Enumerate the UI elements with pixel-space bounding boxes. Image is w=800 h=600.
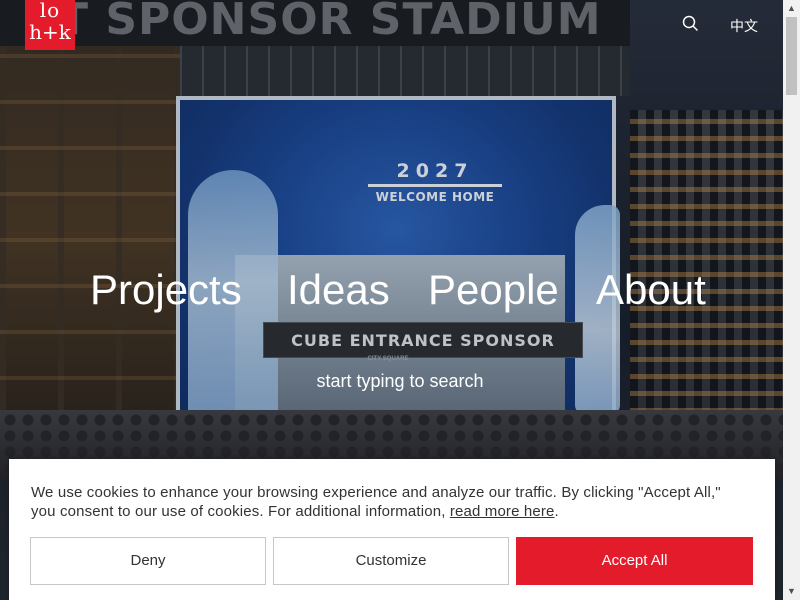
cookie-message-end: . bbox=[554, 503, 559, 520]
hok-logo[interactable]: lo h+k bbox=[25, 0, 75, 50]
page-scrollbar[interactable]: ▲ ▼ bbox=[783, 0, 800, 600]
accept-all-button[interactable]: Accept All bbox=[516, 537, 753, 585]
nav-ideas[interactable]: Ideas bbox=[287, 262, 390, 318]
search-prompt[interactable]: start typing to search bbox=[290, 368, 510, 394]
logo-text-bottom: h+k bbox=[29, 20, 71, 44]
page-viewport: T SPONSOR STADIUM 2027 WELCOME HOME CUBE… bbox=[0, 0, 800, 600]
nav-people[interactable]: People bbox=[428, 262, 559, 318]
main-nav: Projects Ideas People About bbox=[88, 262, 718, 318]
read-more-link[interactable]: read more here bbox=[450, 503, 555, 520]
scroll-down-arrow-icon[interactable]: ▼ bbox=[783, 583, 800, 600]
scroll-up-arrow-icon[interactable]: ▲ bbox=[783, 0, 800, 17]
cookie-banner: We use cookies to enhance your browsing … bbox=[9, 459, 775, 600]
scroll-thumb[interactable] bbox=[786, 17, 797, 95]
deny-button[interactable]: Deny bbox=[30, 537, 266, 585]
nav-projects[interactable]: Projects bbox=[90, 262, 242, 318]
language-switch[interactable]: 中文 bbox=[722, 15, 766, 37]
nav-about[interactable]: About bbox=[596, 262, 706, 318]
search-icon bbox=[682, 15, 698, 31]
cookie-message-text: We use cookies to enhance your browsing … bbox=[31, 484, 721, 520]
logo-text-top: lo bbox=[39, 0, 61, 22]
customize-button[interactable]: Customize bbox=[273, 537, 509, 585]
search-button[interactable] bbox=[681, 14, 701, 34]
cookie-message: We use cookies to enhance your browsing … bbox=[31, 483, 741, 521]
